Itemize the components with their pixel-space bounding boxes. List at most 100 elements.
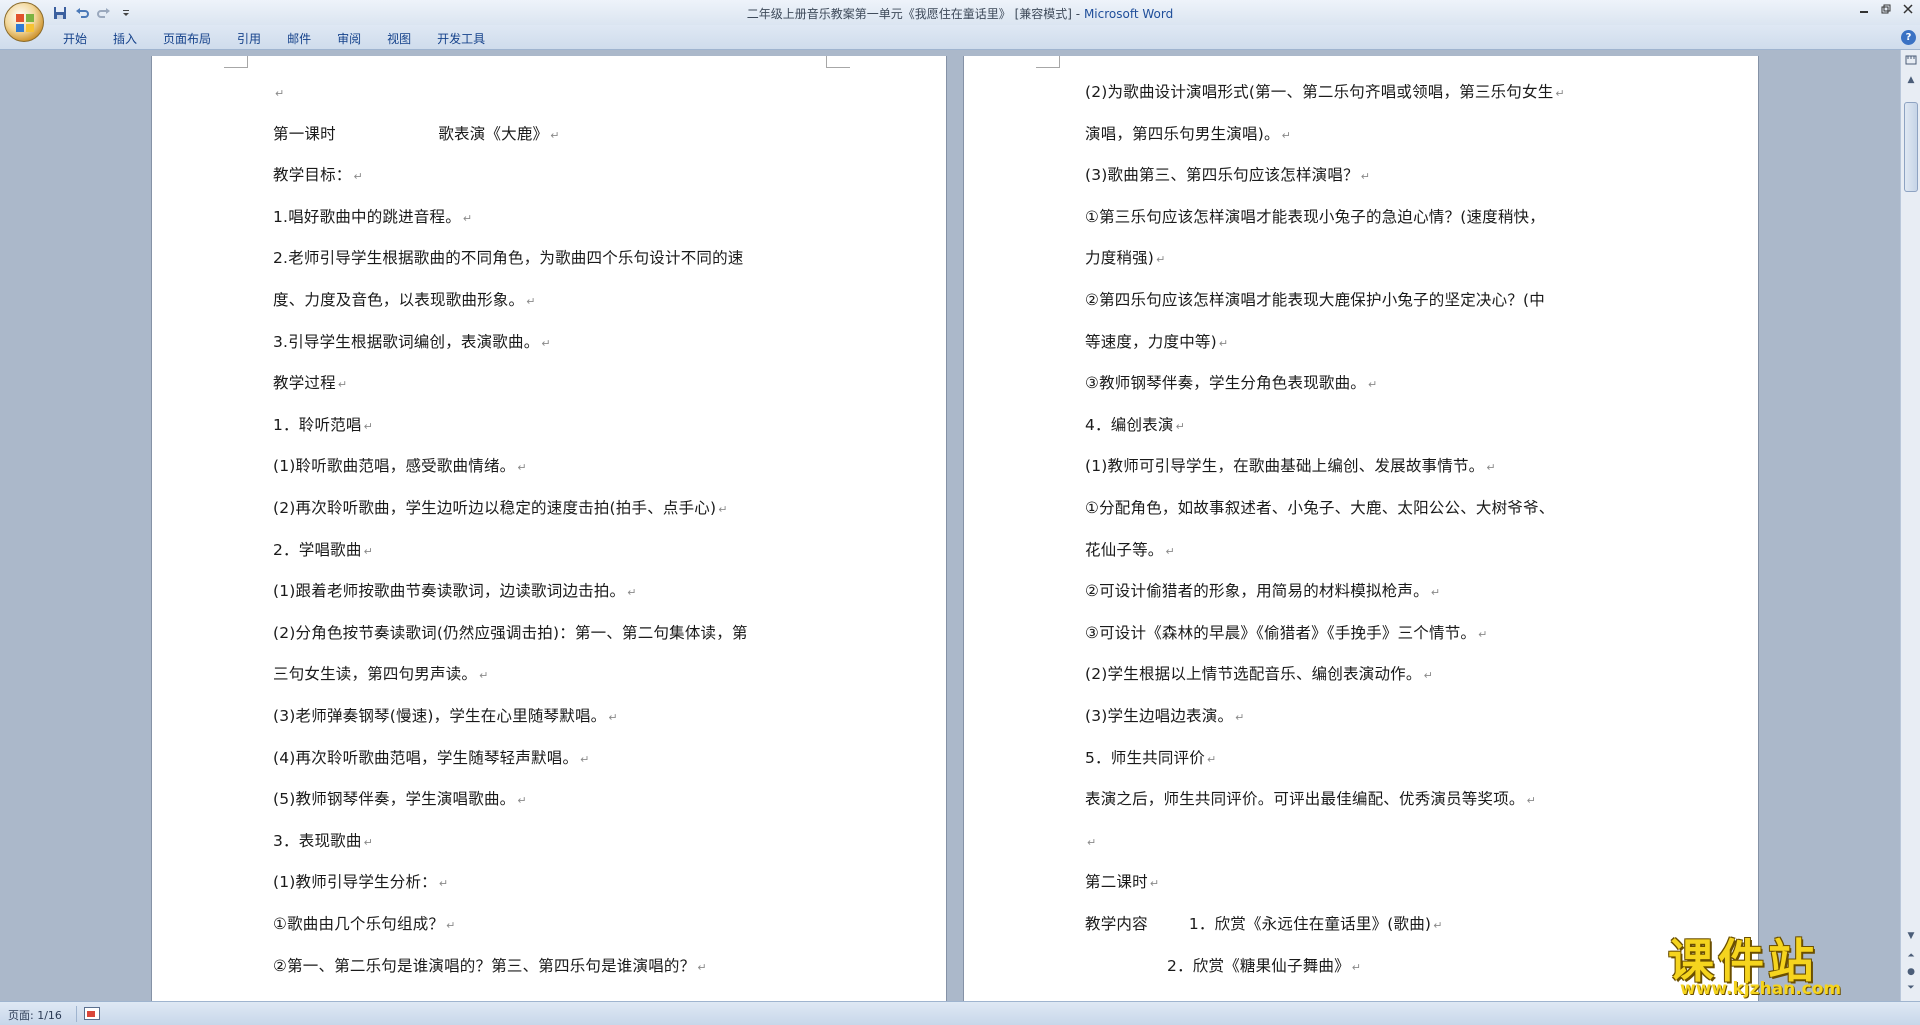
line-text: ②可设计偷猎者的形象，用简易的材料模拟枪声。 xyxy=(1085,582,1429,601)
paragraph-line: (2)分角色按节奏读歌词(仍然应强调击拍)：第一、第二句集体读，第 xyxy=(273,621,748,645)
paragraph-line: 演唱，第四乐句男生演唱)。 ↵ xyxy=(1085,122,1291,146)
ruler-toggle-icon[interactable] xyxy=(1903,52,1919,68)
line-text: 5．师生共同评价 xyxy=(1085,748,1205,767)
line-text: 演唱，第四乐句男生演唱)。 xyxy=(1085,124,1280,143)
help-icon[interactable]: ? xyxy=(1901,30,1916,45)
paragraph-line: ↵ xyxy=(273,80,284,104)
paragraph-line: 1.唱好歌曲中的跳进音程。 ↵ xyxy=(273,205,472,229)
paragraph-line: 3．表现歌曲 ↵ xyxy=(273,829,373,853)
paragraph-line: 3.引导学生根据歌词编创，表演歌曲。 ↵ xyxy=(273,330,551,354)
line-text: 教学内容 1．欣赏《永远住在童话里》(歌曲) xyxy=(1085,915,1432,933)
restore-icon[interactable] xyxy=(1878,2,1894,16)
paragraph-mark-icon: ↵ xyxy=(697,960,707,974)
paragraph-mark-icon: ↵ xyxy=(1423,669,1433,683)
paragraph-line: (3)老师弹奏钢琴(慢速)，学生在心里随琴默唱。 ↵ xyxy=(273,704,618,728)
paragraph-line: ③教师钢琴伴奏，学生分角色表现歌曲。 ↵ xyxy=(1085,371,1377,395)
line-text: (3)老师弹奏钢琴(慢速)，学生在心里随琴默唱。 xyxy=(273,707,607,725)
paragraph-mark-icon: ↵ xyxy=(1351,960,1362,974)
tab-mailings[interactable]: 邮件 xyxy=(274,25,324,50)
paragraph-mark-icon: ↵ xyxy=(462,211,473,225)
paragraph-mark-icon: ↵ xyxy=(1486,461,1496,475)
paragraph-mark-icon: ↵ xyxy=(1087,835,1097,849)
paragraph-line: (2)再次聆听歌曲，学生边听边以稳定的速度击拍(拍手、点手心) ↵ xyxy=(273,496,728,520)
tab-page-layout[interactable]: 页面布局 xyxy=(150,25,224,50)
paragraph-line: 教学过程 ↵ xyxy=(273,371,347,395)
paragraph-line: (1)教师可引导学生，在歌曲基础上编创、发展故事情节。 ↵ xyxy=(1085,454,1496,478)
paragraph-mark-icon: ↵ xyxy=(517,794,527,808)
line-text: (2)为歌曲设计演唱形式(第一、第二乐句齐唱或领唱，第三乐句女生 xyxy=(1085,83,1554,101)
paragraph-line: 2．欣赏《糖果仙子舞曲》 ↵ xyxy=(1085,954,1361,978)
line-text: 等速度，力度中等) xyxy=(1085,332,1217,351)
crop-mark xyxy=(826,56,850,68)
crop-mark xyxy=(1036,56,1060,68)
paragraph-mark-icon: ↵ xyxy=(1555,87,1565,100)
paragraph-line: (1)教师引导学生分析： ↵ xyxy=(273,870,448,894)
line-text: 1.唱好歌曲中的跳进音程。 xyxy=(273,207,461,226)
watermark-url: www.kjzhan.com xyxy=(1680,979,1842,999)
paragraph-mark-icon: ↵ xyxy=(1149,877,1160,891)
line-text: (1)跟着老师按歌曲节奏读歌词，边读歌词边击拍。 xyxy=(273,582,626,601)
paragraph-line: ↵ xyxy=(1085,829,1096,853)
paragraph-line: 三句女生读，第四句男声读。 ↵ xyxy=(273,662,489,686)
tab-insert[interactable]: 插入 xyxy=(100,25,150,50)
paragraph-mark-icon: ↵ xyxy=(1478,627,1488,641)
ribbon-tabs: 开始 插入 页面布局 引用 邮件 审阅 视图 开发工具 xyxy=(50,25,498,50)
paragraph-mark-icon: ↵ xyxy=(1165,544,1175,558)
paragraph-line: (5)教师钢琴伴奏，学生演唱歌曲。 ↵ xyxy=(273,787,527,811)
paragraph-mark-icon: ↵ xyxy=(1206,752,1217,766)
ribbon: 开始 插入 页面布局 引用 邮件 审阅 视图 开发工具 ? xyxy=(0,25,1920,50)
paragraph-line: 度、力度及音色，以表现歌曲形象。 ↵ xyxy=(273,288,536,312)
paragraph-line: 教学目标： ↵ xyxy=(273,163,363,187)
line-text: 花仙子等。 xyxy=(1085,540,1164,559)
status-bar: 页面: 1/16 xyxy=(0,1001,1920,1025)
office-logo-icon xyxy=(16,14,34,32)
paragraph-line: ①歌曲由几个乐句组成？ ↵ xyxy=(273,912,456,936)
paragraph-line: 第二课时 ↵ xyxy=(1085,870,1159,894)
scroll-up-icon[interactable]: ▲ xyxy=(1903,72,1919,88)
line-text: (2)分角色按节奏读歌词(仍然应强调击拍)：第一、第二句集体读，第 xyxy=(273,623,748,642)
paragraph-line: 1．聆听范唱 ↵ xyxy=(273,413,373,437)
line-text: (2)学生根据以上情节选配音乐、编创表演动作。 xyxy=(1085,665,1422,684)
paragraph-mark-icon: ↵ xyxy=(438,877,449,891)
line-text: 4．编创表演 xyxy=(1085,415,1174,434)
paragraph-line: 4．编创表演 ↵ xyxy=(1085,413,1185,437)
tab-home[interactable]: 开始 xyxy=(50,25,100,50)
line-text: (5)教师钢琴伴奏，学生演唱歌曲。 xyxy=(273,790,516,809)
paragraph-mark-icon: ↵ xyxy=(541,336,551,350)
line-text: 三句女生读，第四句男声读。 xyxy=(273,665,478,684)
paragraph-line: (3)歌曲第三、第四乐句应该怎样演唱？ ↵ xyxy=(1085,163,1370,187)
document-area[interactable]: ↵ 第一课时 歌表演《大鹿》 ↵ 教学目标： ↵ 1.唱好歌曲中的跳进音程。 ↵ 2.老师引导… xyxy=(0,50,1900,1001)
paragraph-mark-icon: ↵ xyxy=(1175,419,1185,433)
paragraph-mark-icon: ↵ xyxy=(1281,128,1292,142)
tab-developer[interactable]: 开发工具 xyxy=(424,25,498,50)
paragraph-mark-icon: ↵ xyxy=(580,752,590,766)
paragraph-mark-icon: ↵ xyxy=(1218,336,1229,350)
line-text: (1)教师引导学生分析： xyxy=(273,873,437,892)
line-text: ③教师钢琴伴奏，学生分角色表现歌曲。 xyxy=(1085,374,1366,393)
page-left[interactable]: ↵ 第一课时 歌表演《大鹿》 ↵ 教学目标： ↵ 1.唱好歌曲中的跳进音程。 ↵ 2.老师引导… xyxy=(151,56,947,1001)
scrollbar-thumb[interactable] xyxy=(1904,102,1918,192)
paragraph-line: ②可设计偷猎者的形象，用简易的材料模拟枪声。 ↵ xyxy=(1085,579,1440,603)
proofing-status-icon[interactable] xyxy=(84,1007,100,1020)
close-icon[interactable] xyxy=(1900,2,1916,16)
line-text: ③可设计《森林的早晨》《偷猎者》《手挽手》三个情节。 xyxy=(1085,623,1477,642)
page-count-status[interactable]: 页面: 1/16 xyxy=(8,1007,62,1023)
page-right[interactable]: (2)为歌曲设计演唱形式(第一、第二乐句齐唱或领唱，第三乐句女生 ↵ 演唱，第四乐句… xyxy=(963,56,1759,1001)
line-text: 教学过程 xyxy=(273,374,336,393)
paragraph-line: 等速度，力度中等) ↵ xyxy=(1085,330,1228,354)
vertical-scrollbar[interactable]: ▲ ▼ ⏶ ● ⏷ xyxy=(1900,50,1920,1001)
tab-references[interactable]: 引用 xyxy=(224,25,274,50)
paragraph-line: (1)聆听歌曲范唱，感受歌曲情绪。 ↵ xyxy=(273,454,527,478)
paragraph-line: 表演之后，师生共同评价。可评出最佳编配、优秀演员等奖项。 ↵ xyxy=(1085,787,1536,811)
paragraph-line: ②第四乐句应该怎样演唱才能表现大鹿保护小兔子的坚定决心？(中 xyxy=(1085,288,1545,312)
office-button[interactable] xyxy=(4,2,44,42)
paragraph-line: (4)再次聆听歌曲范唱，学生随琴轻声默唱。 ↵ xyxy=(273,746,590,770)
paragraph-line: ①第三乐句应该怎样演唱才能表现小兔子的急迫心情？(速度稍快， xyxy=(1085,205,1545,229)
crop-mark xyxy=(224,56,248,68)
paragraph-mark-icon: ↵ xyxy=(718,503,728,516)
paragraph-mark-icon: ↵ xyxy=(1156,253,1166,267)
tab-review[interactable]: 审阅 xyxy=(324,25,374,50)
minimize-icon[interactable] xyxy=(1856,2,1872,16)
paragraph-mark-icon: ↵ xyxy=(446,919,456,932)
tab-view[interactable]: 视图 xyxy=(374,25,424,50)
